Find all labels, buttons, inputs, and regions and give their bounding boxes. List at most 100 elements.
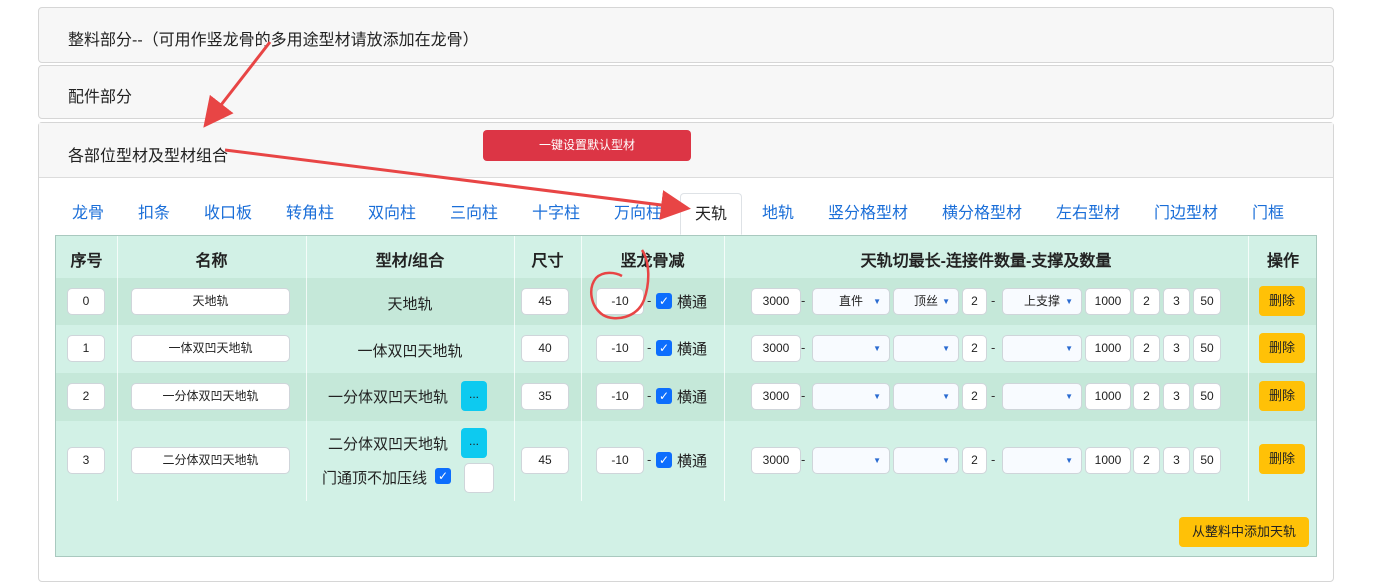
chevron-down-icon: ▼: [942, 297, 950, 306]
support-count-field-2[interactable]: 3: [1163, 383, 1190, 410]
support-count-field[interactable]: 2: [1133, 447, 1160, 474]
connector-count-field[interactable]: 2: [962, 447, 987, 474]
index-field[interactable]: 2: [67, 383, 105, 410]
chevron-down-icon: ▼: [942, 456, 950, 465]
connector-count-field[interactable]: 2: [962, 383, 987, 410]
connector-select[interactable]: ▼: [812, 383, 890, 410]
support-count-field-2[interactable]: 3: [1163, 447, 1190, 474]
tab-closing-board[interactable]: 收口板: [204, 193, 252, 235]
dash: -: [991, 340, 996, 355]
support-count-field[interactable]: 2: [1133, 288, 1160, 315]
connector-select[interactable]: 直件 ▼: [812, 288, 890, 315]
set-default-button[interactable]: 一键设置默认型材: [483, 130, 691, 161]
horizontal-through-checkbox[interactable]: ✓: [656, 340, 672, 356]
support-select[interactable]: 上支撑 ▼: [1002, 288, 1082, 315]
tab-corner-post[interactable]: 转角柱: [286, 193, 334, 235]
horizontal-through-label: 横通: [677, 389, 708, 406]
tab-cross-post[interactable]: 十字柱: [532, 193, 580, 235]
name-field[interactable]: 二分体双凹天地轨: [131, 447, 290, 474]
extra-input-box[interactable]: [464, 463, 494, 493]
delete-button[interactable]: 删除: [1259, 381, 1305, 411]
support-spacing-field[interactable]: 1000: [1085, 383, 1131, 410]
name-field[interactable]: 天地轨: [131, 288, 290, 315]
connector-select[interactable]: ▼: [812, 447, 890, 474]
support-spacing-field[interactable]: 1000: [1085, 447, 1131, 474]
fastener-select[interactable]: ▼: [893, 447, 959, 474]
support-spacing-field[interactable]: 1000: [1085, 335, 1131, 362]
deduct-field[interactable]: -10: [596, 383, 644, 410]
size-field[interactable]: 40: [521, 335, 569, 362]
support-select[interactable]: ▼: [1002, 447, 1082, 474]
deduct-field[interactable]: -10: [596, 335, 644, 362]
tab-keel[interactable]: 龙骨: [72, 193, 104, 235]
tab-horizontal-divider[interactable]: 横分格型材: [942, 193, 1022, 235]
horizontal-through-checkbox[interactable]: ✓: [656, 452, 672, 468]
support-count-field[interactable]: 2: [1133, 335, 1160, 362]
header-size: 尺寸: [531, 253, 564, 270]
combination-section-header[interactable]: 各部位型材及型材组合 一键设置默认型材: [39, 123, 1333, 178]
fastener-select[interactable]: ▼: [893, 383, 959, 410]
max-length-field[interactable]: 3000: [751, 383, 801, 410]
support-spacing-field[interactable]: 1000: [1085, 288, 1131, 315]
connector-count-field[interactable]: 2: [962, 288, 987, 315]
index-field[interactable]: 3: [67, 447, 105, 474]
size-field[interactable]: 45: [521, 288, 569, 315]
deduct-field[interactable]: -10: [596, 288, 644, 315]
chevron-down-icon: ▼: [873, 456, 881, 465]
horizontal-through-label: 横通: [677, 453, 708, 470]
size-field[interactable]: 45: [521, 447, 569, 474]
accessory-section-panel[interactable]: 配件部分: [38, 65, 1334, 119]
combination-more-button[interactable]: ...: [461, 428, 487, 458]
support-offset-field[interactable]: 50: [1193, 288, 1221, 315]
support-count-field[interactable]: 2: [1133, 383, 1160, 410]
tab-three-way-post[interactable]: 三向柱: [450, 193, 498, 235]
size-field[interactable]: 35: [521, 383, 569, 410]
horizontal-through-checkbox[interactable]: ✓: [656, 293, 672, 309]
delete-button[interactable]: 删除: [1259, 333, 1305, 363]
chevron-down-icon: ▼: [942, 392, 950, 401]
tab-universal-post[interactable]: 万向柱: [614, 193, 662, 235]
support-count-field-2[interactable]: 3: [1163, 335, 1190, 362]
index-field[interactable]: 1: [67, 335, 105, 362]
tab-side-profile[interactable]: 左右型材: [1056, 193, 1120, 235]
name-field[interactable]: 一分体双凹天地轨: [131, 383, 290, 410]
add-from-profiles-button[interactable]: 从整料中添加天轨: [1179, 517, 1309, 547]
door-top-no-press-line-checkbox[interactable]: ✓: [435, 468, 451, 484]
tab-door-edge-profile[interactable]: 门边型材: [1154, 193, 1218, 235]
max-length-field[interactable]: 3000: [751, 288, 801, 315]
name-field[interactable]: 一体双凹天地轨: [131, 335, 290, 362]
max-length-field[interactable]: 3000: [751, 335, 801, 362]
support-select[interactable]: ▼: [1002, 335, 1082, 362]
chevron-down-icon: ▼: [1065, 344, 1073, 353]
support-offset-field[interactable]: 50: [1193, 447, 1221, 474]
fastener-select[interactable]: ▼: [893, 335, 959, 362]
delete-button[interactable]: 删除: [1259, 286, 1305, 316]
tab-two-way-post[interactable]: 双向柱: [368, 193, 416, 235]
connector-count-field[interactable]: 2: [962, 335, 987, 362]
fastener-select[interactable]: 顶丝 ▼: [893, 288, 959, 315]
chevron-down-icon: ▼: [873, 344, 881, 353]
tab-vertical-divider[interactable]: 竖分格型材: [828, 193, 908, 235]
column-divider: [724, 236, 725, 501]
combination-more-button[interactable]: ...: [461, 381, 487, 411]
profile-section-panel[interactable]: 整料部分--（可用作竖龙骨的多用途型材请放添加在龙骨）: [38, 7, 1334, 63]
tab-clip-strip[interactable]: 扣条: [138, 193, 170, 235]
table-row: 0 天地轨 天地轨 45 -10 - ✓ 横通 3000 - 直件 ▼ 顶丝 ▼ 2…: [56, 278, 1316, 325]
connector-select[interactable]: ▼: [812, 335, 890, 362]
max-length-field[interactable]: 3000: [751, 447, 801, 474]
index-field[interactable]: 0: [67, 288, 105, 315]
support-count-field-2[interactable]: 3: [1163, 288, 1190, 315]
tab-bottom-rail[interactable]: 地轨: [762, 193, 794, 235]
horizontal-through-checkbox[interactable]: ✓: [656, 388, 672, 404]
chevron-down-icon: ▼: [873, 297, 881, 306]
support-offset-field[interactable]: 50: [1193, 335, 1221, 362]
support-select[interactable]: ▼: [1002, 383, 1082, 410]
support-offset-field[interactable]: 50: [1193, 383, 1221, 410]
deduct-field[interactable]: -10: [596, 447, 644, 474]
tab-top-rail[interactable]: 天轨: [680, 193, 743, 235]
dash: -: [647, 293, 652, 308]
tab-door-frame[interactable]: 门框: [1252, 193, 1284, 235]
connector-select-value: 直件: [838, 294, 863, 308]
chevron-down-icon: ▼: [942, 344, 950, 353]
delete-button[interactable]: 删除: [1259, 444, 1305, 474]
